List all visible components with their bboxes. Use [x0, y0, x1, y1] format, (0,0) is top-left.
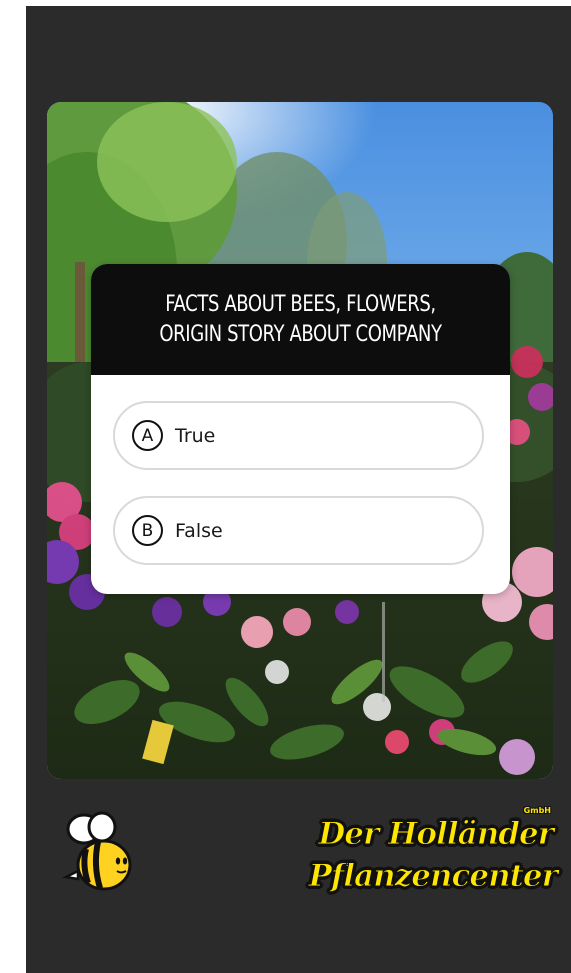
quiz-header: FACTS ABOUT BEES, FLOWERS, ORIGIN STORY … [91, 264, 510, 375]
quiz-card: FACTS ABOUT BEES, FLOWERS, ORIGIN STORY … [91, 264, 510, 594]
option-letter-b: B [132, 515, 163, 546]
story-screen: FACTS ABOUT BEES, FLOWERS, ORIGIN STORY … [26, 6, 571, 973]
brand-suffix: GmbH [523, 806, 551, 815]
option-letter-a: A [132, 420, 163, 451]
brand-logo: GmbH Der Holländer Pflanzencenter [308, 806, 558, 901]
bee-icon[interactable] [60, 811, 136, 893]
brand-name-line-1: Der Holländer [318, 816, 555, 853]
quiz-option-a[interactable]: A True [113, 401, 484, 470]
option-label-b: False [175, 519, 223, 542]
quiz-question: FACTS ABOUT BEES, FLOWERS, ORIGIN STORY … [159, 291, 442, 347]
option-label-a: True [175, 424, 216, 447]
brand-name-line-2: Pflanzencenter [308, 858, 558, 895]
quiz-option-b[interactable]: B False [113, 496, 484, 565]
